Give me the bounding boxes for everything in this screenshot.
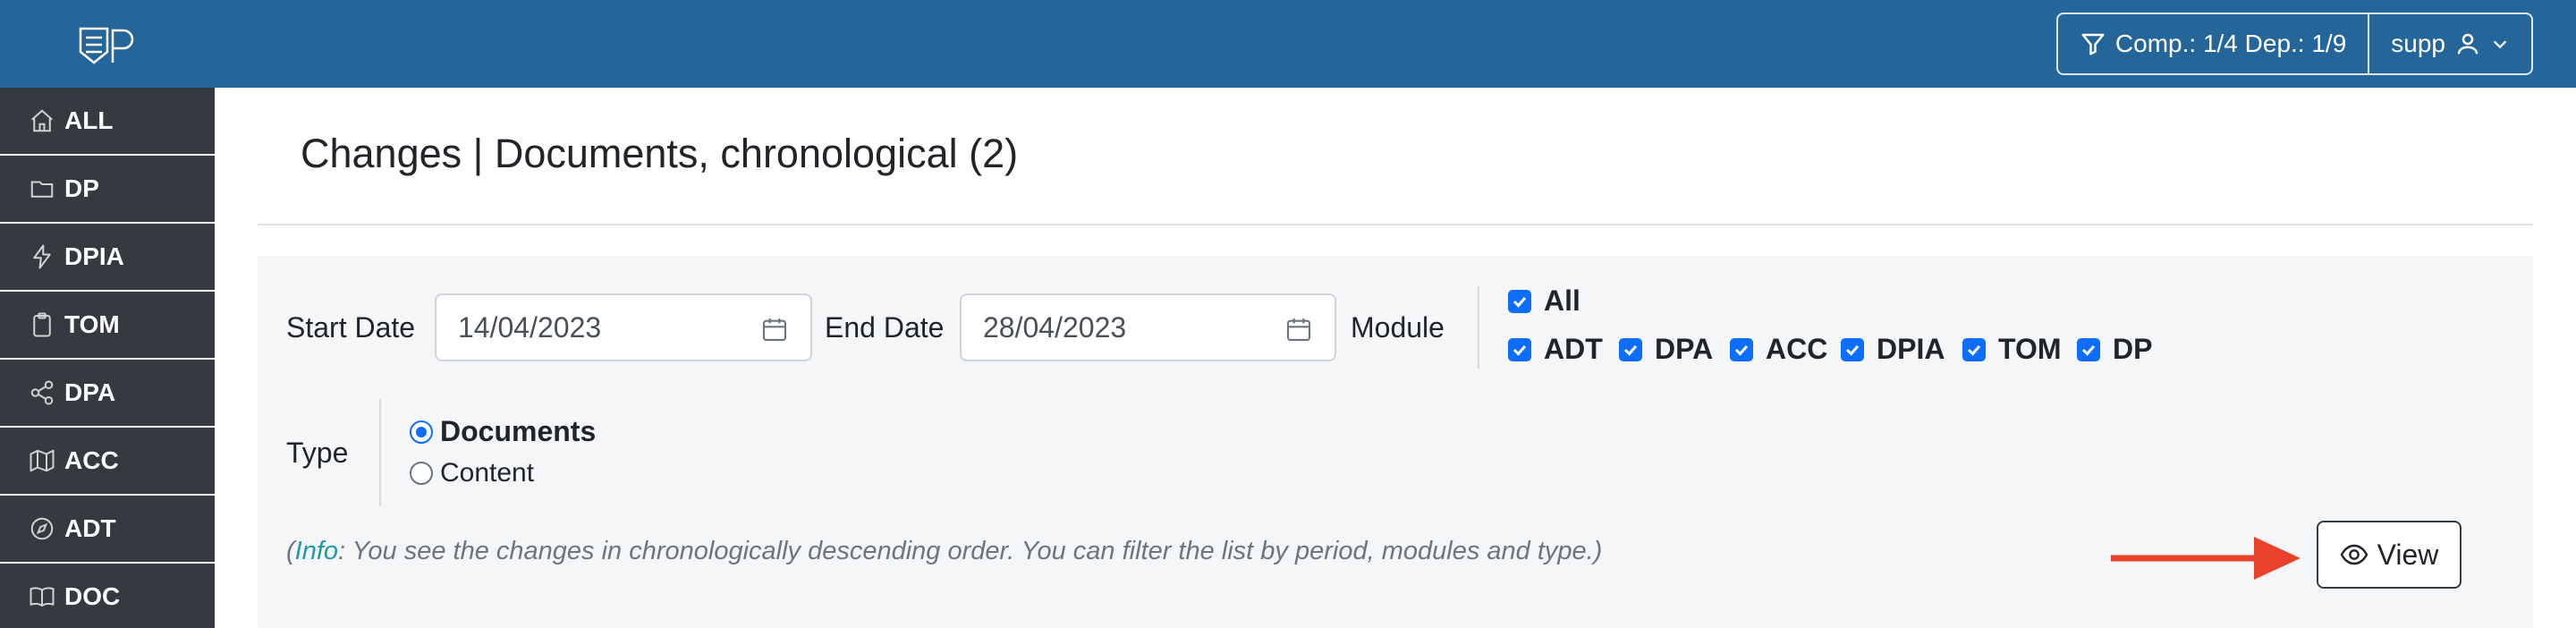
type-label: Type	[286, 437, 349, 469]
radio-label: Content	[440, 458, 535, 488]
calendar-icon[interactable]	[760, 315, 789, 344]
checkbox[interactable]	[1508, 289, 1531, 313]
end-date-input[interactable]: 28/04/2023	[960, 293, 1336, 361]
sidebar-item-label: DPIA	[64, 242, 124, 270]
module-checkbox-dpia[interactable]: DPIA	[1841, 333, 1945, 366]
folder-icon	[30, 181, 54, 198]
checkbox-label: All	[1544, 284, 1580, 317]
sidebar-item-dp[interactable]: DP	[0, 156, 215, 224]
info-text: (Info: You see the changes in chronologi…	[286, 537, 1602, 566]
arrow-right-icon	[2111, 537, 2301, 580]
checkbox-label: ACC	[1766, 333, 1828, 365]
book-icon	[30, 587, 55, 607]
sidebar-item-doc[interactable]: DOC	[0, 564, 215, 628]
sidebar: ALL DP DPIA TOM DPA ACC ADT DOC	[0, 88, 215, 628]
eye-icon	[2340, 544, 2368, 565]
check-icon	[1967, 344, 1981, 356]
share-icon	[30, 380, 54, 405]
sidebar-item-all[interactable]: ALL	[0, 88, 215, 156]
checkbox[interactable]	[1841, 337, 1864, 361]
checkbox-label: ADT	[1544, 333, 1603, 365]
lightning-icon	[33, 244, 51, 269]
type-radio-content[interactable]: Content	[410, 458, 534, 488]
start-date-value: 14/04/2023	[458, 310, 602, 344]
company-filter-label: Comp.: 1/4 Dep.: 1/9	[2114, 30, 2347, 57]
company-filter-button[interactable]: Comp.: 1/4 Dep.: 1/9	[2058, 14, 2368, 73]
user-menu-button[interactable]: supp	[2368, 14, 2531, 73]
end-date-label: End Date	[825, 311, 945, 344]
compass-icon	[30, 517, 54, 540]
sidebar-item-label: ALL	[64, 106, 114, 134]
info-key: Info	[294, 537, 339, 565]
check-icon	[1623, 344, 1638, 356]
module-checkbox-dp[interactable]: DP	[2077, 333, 2152, 366]
sidebar-item-label: DOC	[64, 582, 121, 610]
sidebar-item-label: ACC	[64, 446, 119, 474]
end-date-value: 28/04/2023	[983, 310, 1127, 344]
module-label: Module	[1351, 311, 1445, 344]
start-date-label: Start Date	[286, 311, 416, 344]
checkbox-label: DP	[2113, 333, 2153, 365]
radio-button[interactable]	[410, 462, 433, 485]
module-checkbox-adt[interactable]: ADT	[1508, 333, 1603, 366]
page-title: Changes | Documents, chronological (2)	[301, 131, 1019, 176]
title-divider	[258, 224, 2533, 225]
check-icon	[1845, 344, 1860, 356]
check-icon	[2081, 344, 2096, 356]
radio-button[interactable]	[410, 420, 433, 444]
sidebar-item-label: DPA	[64, 378, 116, 406]
check-icon	[1734, 344, 1749, 356]
map-icon	[30, 449, 55, 472]
checkbox[interactable]	[1730, 337, 1753, 361]
top-navbar: Comp.: 1/4 Dep.: 1/9 supp	[0, 0, 2576, 88]
person-icon	[2457, 33, 2479, 55]
module-checkbox-tom[interactable]: TOM	[1962, 333, 2062, 366]
type-divider	[379, 399, 381, 506]
user-name: supp	[2391, 30, 2445, 57]
sidebar-item-acc[interactable]: ACC	[0, 428, 215, 496]
module-checkbox-all[interactable]: All	[1508, 284, 1580, 318]
sidebar-item-adt[interactable]: ADT	[0, 496, 215, 564]
checkbox-label: DPA	[1655, 333, 1714, 365]
home-icon	[31, 109, 53, 132]
check-icon	[1513, 296, 1527, 308]
module-checkbox-dpa[interactable]: DPA	[1619, 333, 1713, 366]
radio-label: Documents	[440, 415, 597, 447]
filter-icon	[2081, 33, 2105, 55]
sidebar-item-label: TOM	[64, 310, 120, 338]
type-radio-documents[interactable]: Documents	[410, 415, 596, 448]
sidebar-item-dpia[interactable]: DPIA	[0, 224, 215, 292]
chevron-down-icon	[2493, 40, 2507, 49]
sidebar-item-label: ADT	[64, 514, 116, 542]
view-button[interactable]: View	[2317, 521, 2462, 589]
module-divider	[1478, 286, 1479, 369]
start-date-input[interactable]: 14/04/2023	[435, 293, 812, 361]
checkbox[interactable]	[1962, 337, 1986, 361]
checkbox[interactable]	[1508, 337, 1531, 361]
module-checkbox-acc[interactable]: ACC	[1730, 333, 1827, 366]
logo-icon	[79, 27, 134, 64]
view-button-label: View	[2377, 538, 2439, 571]
sidebar-item-label: DP	[64, 174, 99, 202]
navbar-controls: Comp.: 1/4 Dep.: 1/9 supp	[2055, 13, 2533, 75]
info-message: : You see the changes in chronologically…	[338, 537, 1603, 565]
sidebar-item-dpa[interactable]: DPA	[0, 360, 215, 428]
checkbox-label: DPIA	[1877, 333, 1945, 365]
sidebar-item-tom[interactable]: TOM	[0, 292, 215, 360]
check-icon	[1513, 344, 1527, 356]
checkbox-label: TOM	[1998, 333, 2062, 365]
calendar-icon[interactable]	[1284, 315, 1313, 344]
info-open-paren: (	[286, 537, 295, 565]
checkbox[interactable]	[1619, 337, 1642, 361]
checkbox[interactable]	[2077, 337, 2100, 361]
clipboard-icon	[33, 312, 51, 337]
